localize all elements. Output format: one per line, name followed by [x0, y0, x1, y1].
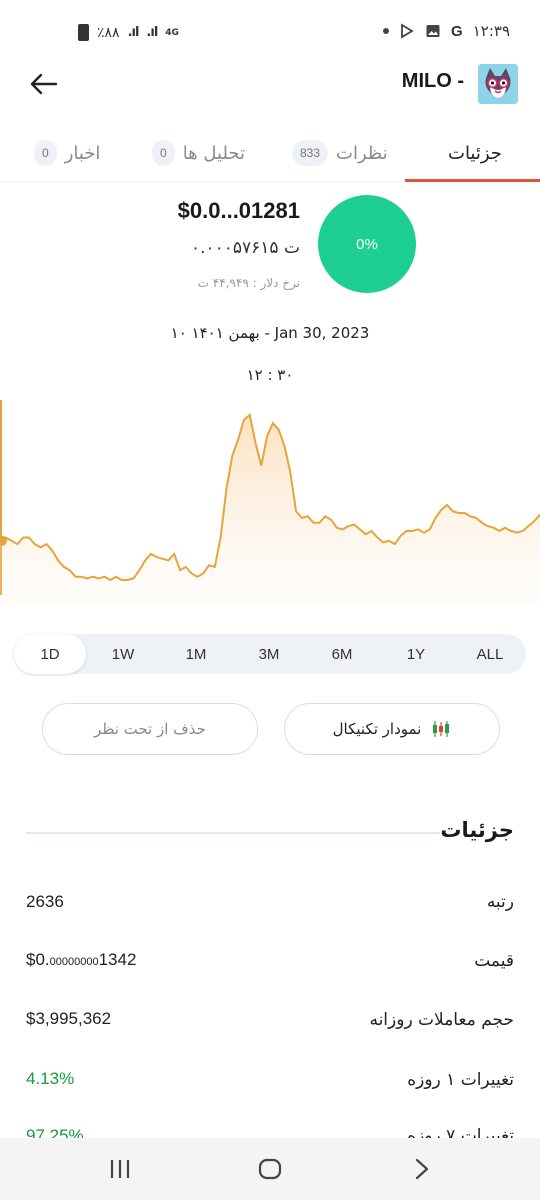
dollar-rate: نرخ دلار : ۴۴,۹۴۹ ت	[197, 276, 300, 290]
price-value-zeros: 00000000	[49, 956, 99, 968]
system-nav-bar	[0, 1138, 540, 1200]
change-percent: 0%	[356, 235, 378, 253]
status-left: ٪۸۸ .ıl .ıl 4G	[78, 24, 179, 41]
period-selector: 1D 1W 1M 3M 6M 1Y ALL	[14, 634, 526, 674]
tab-news-count: 0	[34, 140, 57, 166]
details-section-title: جزئیات	[440, 818, 514, 842]
period-1m[interactable]: 1M	[160, 634, 232, 674]
change-1d-label: تغییرات ۱ روزه	[407, 1070, 514, 1090]
gallery-icon	[426, 25, 440, 37]
price-value-head: $0.	[26, 950, 50, 969]
period-1w[interactable]: 1W	[87, 634, 159, 674]
cat-logo-icon	[478, 64, 518, 104]
status-bar: ٪۸۸ .ıl .ıl 4G G ۱۲:۳۹	[0, 0, 540, 52]
rank-value: 2636	[26, 892, 64, 911]
price-label: قیمت	[474, 951, 514, 971]
remove-watchlist-label: حذف از تحت نظر	[94, 720, 206, 738]
tab-comments-count: 833	[292, 140, 329, 166]
chart-date: ۱۰ بهمن ۱۴۰۱ - Jan 30, 2023	[170, 324, 370, 342]
change-percent-circle: 0%	[318, 195, 416, 293]
tab-details-label: جزئیات	[448, 142, 502, 164]
daily-volume-value: $3,995,362	[26, 1009, 112, 1028]
active-tab-indicator	[405, 179, 540, 182]
remove-watchlist-button[interactable]: حذف از تحت نظر	[42, 703, 258, 755]
daily-volume-label: حجم معاملات روزانه	[369, 1010, 514, 1030]
price-value-tail: 1342	[98, 950, 137, 969]
tab-analyses-label: تحلیل ها	[182, 142, 246, 164]
period-6m[interactable]: 6M	[306, 634, 378, 674]
play-store-icon	[401, 23, 414, 39]
arrow-left-icon[interactable]	[28, 68, 60, 100]
period-all[interactable]: ALL	[454, 634, 526, 674]
details-section-divider	[26, 832, 440, 834]
signal-icon-2: .ıl	[146, 25, 158, 40]
app-header: MILO -	[0, 52, 540, 122]
period-1y[interactable]: 1Y	[380, 634, 452, 674]
battery-level: ٪۸۸	[97, 24, 120, 41]
technical-chart-button[interactable]: نمودار تکنیکال	[284, 703, 500, 755]
price-chart[interactable]	[0, 395, 540, 605]
tab-comments[interactable]: 833 نظرات	[292, 133, 388, 173]
google-icon: G	[451, 22, 463, 40]
tab-analyses[interactable]: 0 تحلیل ها	[152, 133, 245, 173]
tab-bar: جزئیات 833 نظرات 0 تحلیل ها 0 اخبار	[0, 125, 540, 183]
technical-chart-label: نمودار تکنیکال	[332, 720, 422, 738]
tab-news-label: اخبار	[64, 142, 101, 164]
notification-dot-icon	[383, 28, 390, 34]
price-value: $0.000000001342	[26, 950, 136, 970]
status-right: G ۱۲:۳۹	[383, 22, 510, 40]
candlestick-icon	[433, 721, 450, 737]
period-3m[interactable]: 3M	[233, 634, 305, 674]
tab-comments-label: نظرات	[336, 142, 388, 164]
signal-icon: .ıl	[127, 25, 140, 40]
rank-label: رتبه	[486, 892, 514, 912]
network-type: 4G	[165, 27, 179, 38]
tab-news[interactable]: 0 اخبار	[34, 133, 100, 173]
home-icon[interactable]	[258, 1158, 282, 1180]
tab-details[interactable]: جزئیات	[448, 133, 502, 173]
price-usd: $0.0...01281	[177, 198, 300, 223]
period-1d[interactable]: 1D	[14, 634, 86, 674]
back-nav-icon[interactable]	[412, 1158, 432, 1180]
tab-analyses-count: 0	[152, 140, 175, 166]
clock: ۱۲:۳۹	[472, 22, 510, 40]
price-toman: ۰.۰۰۰۵۷۶۱۵ ت	[190, 238, 300, 258]
chart-time: ۱۲ : ۳۰	[246, 366, 294, 384]
recent-apps-icon[interactable]	[108, 1158, 132, 1180]
battery-icon	[78, 24, 89, 41]
coin-title: MILO -	[401, 70, 464, 92]
change-1d-value: 4.13%	[26, 1069, 75, 1088]
